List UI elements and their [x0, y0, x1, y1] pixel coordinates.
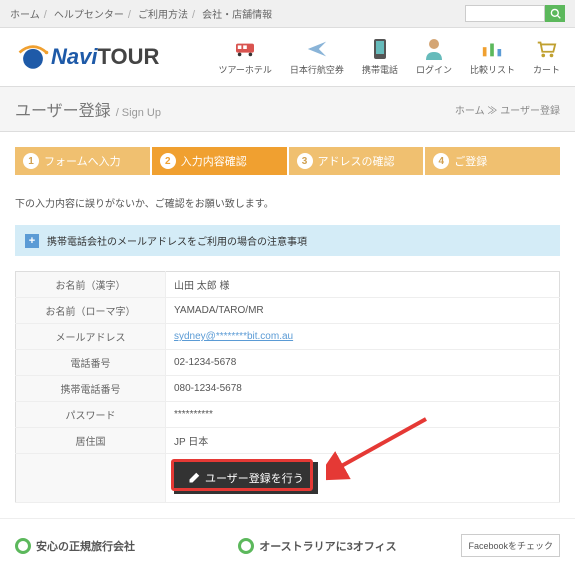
label-name-kanji: お名前（漢字）: [16, 272, 166, 298]
plane-icon: [306, 38, 328, 60]
nav-tour-hotel[interactable]: ツアーホテル: [218, 38, 271, 76]
value-name-roman: YAMADA/TARO/MR: [166, 298, 560, 324]
step-3: 3アドレスの確認: [289, 147, 424, 175]
user-icon: [424, 38, 444, 60]
value-mobile: 080-1234-5678: [166, 376, 560, 402]
table-row: 電話番号02-1234-5678: [16, 350, 560, 376]
circle-icon: [238, 538, 254, 554]
label-mobile: 携帯電話番号: [16, 376, 166, 402]
table-row: 居住国JP 日本: [16, 428, 560, 454]
instruction-text: 下の入力内容に誤りがないか、ご確認をお願い致します。: [0, 190, 575, 215]
footer-col-1: 安心の正規旅行会社: [15, 534, 228, 557]
info-text: 携帯電話会社のメールアドレスをご利用の場合の注意事項: [47, 233, 307, 248]
value-email: sydney@********bit.com.au: [174, 331, 293, 342]
value-password: **********: [166, 402, 560, 428]
nav-mobile[interactable]: 携帯電話: [362, 38, 398, 76]
compare-icon: [481, 39, 503, 59]
bus-icon: [234, 40, 256, 58]
nav-cart[interactable]: カート: [533, 38, 560, 76]
value-name-kanji: 山田 太郎 様: [166, 272, 560, 298]
label-name-roman: お名前（ローマ字）: [16, 298, 166, 324]
confirmation-table: お名前（漢字）山田 太郎 様 お名前（ローマ字）YAMADA/TARO/MR メ…: [15, 271, 560, 503]
top-link-home[interactable]: ホーム: [10, 10, 40, 21]
logo-tour: TOUR: [97, 44, 159, 69]
table-row: お名前（漢字）山田 太郎 様: [16, 272, 560, 298]
page-title: ユーザー登録/ Sign Up: [15, 97, 161, 121]
submit-register-button[interactable]: ユーザー登録を行う: [174, 462, 318, 494]
step-indicator: 1フォームへ入力 2入力内容確認 3アドレスの確認 4ご登録: [15, 147, 560, 175]
table-row: お名前（ローマ字）YAMADA/TARO/MR: [16, 298, 560, 324]
table-row: 携帯電話番号080-1234-5678: [16, 376, 560, 402]
cart-icon: [535, 39, 557, 59]
logo-icon: [15, 39, 51, 75]
top-link-help[interactable]: ヘルプセンター: [54, 10, 124, 21]
step-1: 1フォームへ入力: [15, 147, 150, 175]
plus-icon: +: [25, 234, 39, 248]
topbar-links: ホーム/ ヘルプセンター/ ご利用方法/ 会社・店舗情報: [10, 6, 272, 21]
search-input[interactable]: [465, 5, 545, 22]
top-link-usage[interactable]: ご利用方法: [138, 10, 188, 21]
search-button[interactable]: [545, 5, 565, 22]
top-link-company[interactable]: 会社・店舗情報: [202, 10, 272, 21]
table-row: パスワード**********: [16, 402, 560, 428]
circle-icon: [15, 538, 31, 554]
table-row: メールアドレス sydney@********bit.com.au: [16, 324, 560, 350]
facebook-box[interactable]: Facebookをチェック: [461, 534, 560, 557]
label-email: メールアドレス: [16, 324, 166, 350]
value-phone: 02-1234-5678: [166, 350, 560, 376]
nav-login[interactable]: ログイン: [416, 38, 452, 76]
label-country: 居住国: [16, 428, 166, 454]
search-icon: [550, 8, 561, 19]
nav-flights[interactable]: 日本行航空券: [290, 38, 344, 76]
info-box[interactable]: + 携帯電話会社のメールアドレスをご利用の場合の注意事項: [15, 225, 560, 256]
phone-icon: [373, 38, 387, 60]
footer-col-2: オーストラリアに3オフィス: [238, 534, 451, 557]
value-country: JP 日本: [166, 428, 560, 454]
label-phone: 電話番号: [16, 350, 166, 376]
step-2: 2入力内容確認: [152, 147, 287, 175]
logo[interactable]: NaviTOUR: [15, 39, 159, 75]
breadcrumb: ホーム ≫ ユーザー登録: [455, 102, 560, 117]
step-4: 4ご登録: [425, 147, 560, 175]
label-password: パスワード: [16, 402, 166, 428]
logo-navi: Navi: [51, 44, 97, 69]
edit-icon: [188, 472, 200, 484]
nav-compare[interactable]: 比較リスト: [470, 38, 515, 76]
